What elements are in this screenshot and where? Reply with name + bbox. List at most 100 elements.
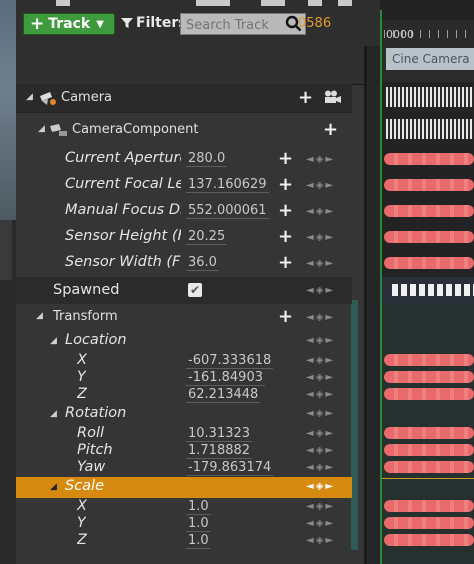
next-key-icon[interactable]: ► <box>325 389 333 400</box>
next-key-icon[interactable]: ► <box>325 445 333 456</box>
rotation-pitch-field[interactable]: 1.718882 <box>186 443 253 459</box>
add-button[interactable]: + <box>298 89 313 107</box>
prev-key-icon[interactable]: ◄ <box>306 335 314 346</box>
playhead[interactable] <box>380 10 382 564</box>
keyframe-curve-bar[interactable] <box>384 205 474 217</box>
next-key-icon[interactable]: ► <box>325 232 333 243</box>
key-navigation[interactable]: ◄ ◈ ► <box>306 518 333 529</box>
prev-key-icon[interactable]: ◄ <box>306 154 314 165</box>
add-key-icon[interactable]: ◈ <box>316 462 324 473</box>
prev-key-icon[interactable]: ◄ <box>306 428 314 439</box>
collapse-arrow-icon[interactable]: ◢ <box>50 482 57 492</box>
next-key-icon[interactable]: ► <box>325 535 333 546</box>
add-key-icon[interactable]: ◈ <box>316 481 324 492</box>
prev-key-icon[interactable]: ◄ <box>306 518 314 529</box>
add-key-icon[interactable]: ◈ <box>316 232 324 243</box>
add-key-icon[interactable]: ◈ <box>316 335 324 346</box>
add-key-button[interactable]: + <box>278 308 293 326</box>
key-navigation[interactable]: ◄ ◈ ► <box>306 408 333 419</box>
key-navigation[interactable]: ◄ ◈ ► <box>306 355 333 366</box>
add-key-icon[interactable]: ◈ <box>316 389 324 400</box>
add-key-icon[interactable]: ◈ <box>316 154 324 165</box>
add-key-icon[interactable]: ◈ <box>316 355 324 366</box>
collapse-arrow-icon[interactable]: ◢ <box>26 92 33 102</box>
next-key-icon[interactable]: ► <box>325 355 333 366</box>
add-key-button[interactable]: + <box>278 176 293 194</box>
key-navigation[interactable]: ◄ ◈ ► <box>306 445 333 456</box>
add-track-button[interactable]: + Track ▼ <box>23 13 115 35</box>
next-key-icon[interactable]: ► <box>325 372 333 383</box>
key-navigation[interactable]: ◄ ◈ ► <box>306 285 333 296</box>
toolbar-icon[interactable] <box>261 0 285 6</box>
add-key-button[interactable]: + <box>278 254 293 272</box>
location-x-row[interactable]: X -607.333618 ◄ ◈ ► <box>16 352 352 369</box>
next-key-icon[interactable]: ► <box>325 312 333 323</box>
property-value-field[interactable]: 552.000061 <box>186 203 269 219</box>
next-key-icon[interactable]: ► <box>325 258 333 269</box>
prev-key-icon[interactable]: ◄ <box>306 232 314 243</box>
key-navigation[interactable]: ◄ ◈ ► <box>306 180 333 191</box>
prev-key-icon[interactable]: ◄ <box>306 389 314 400</box>
next-key-icon[interactable]: ► <box>325 481 333 492</box>
add-key-icon[interactable]: ◈ <box>316 312 324 323</box>
track-list-scrollbar[interactable] <box>351 300 358 550</box>
property-row[interactable]: Current Aperture 280.0 + ◄ ◈ ► <box>16 146 352 172</box>
add-key-icon[interactable]: ◈ <box>316 501 324 512</box>
next-key-icon[interactable]: ► <box>325 518 333 529</box>
transform-track-row[interactable]: ◢ Transform + ◄ ◈ ► <box>16 304 352 330</box>
property-row[interactable]: Manual Focus Dis 552.000061 + ◄ ◈ ► <box>16 198 352 224</box>
next-key-icon[interactable]: ► <box>325 428 333 439</box>
toolbar-icon[interactable] <box>56 0 70 6</box>
prev-key-icon[interactable]: ◄ <box>306 462 314 473</box>
spawned-track-row[interactable]: Spawned ✔ ◄ ◈ ► <box>16 277 352 304</box>
property-row[interactable]: Current Focal Ler 137.160629 + ◄ ◈ ► <box>16 172 352 198</box>
add-key-icon[interactable]: ◈ <box>316 535 324 546</box>
timeline-area[interactable]: 0000 Cine Camera <box>380 0 474 564</box>
next-key-icon[interactable]: ► <box>325 206 333 217</box>
scale-z-row[interactable]: Z 1.0 ◄ ◈ ► <box>16 532 352 549</box>
toolbar-icon[interactable] <box>196 0 230 6</box>
key-navigation[interactable]: ◄ ◈ ► <box>306 154 333 165</box>
add-key-icon[interactable]: ◈ <box>316 372 324 383</box>
collapse-arrow-icon[interactable]: ◢ <box>50 336 57 346</box>
rotation-group-row[interactable]: ◢ Rotation ◄ ◈ ► <box>16 403 352 425</box>
add-key-button[interactable]: + <box>278 202 293 220</box>
keyframe-curve-bar[interactable] <box>384 153 474 165</box>
panel-splitter[interactable] <box>364 46 380 564</box>
prev-key-icon[interactable]: ◄ <box>306 535 314 546</box>
key-navigation[interactable]: ◄ ◈ ► <box>306 312 333 323</box>
cinematic-camera-icon[interactable] <box>324 90 342 104</box>
keyframe-curve-bar[interactable] <box>384 231 474 243</box>
add-key-icon[interactable]: ◈ <box>316 408 324 419</box>
collapse-arrow-icon[interactable]: ◢ <box>36 311 43 321</box>
key-navigation[interactable]: ◄ ◈ ► <box>306 535 333 546</box>
prev-key-icon[interactable]: ◄ <box>306 258 314 269</box>
location-x-field[interactable]: -607.333618 <box>186 353 274 369</box>
prev-key-icon[interactable]: ◄ <box>306 481 314 492</box>
rotation-yaw-field[interactable]: -179.863174 <box>186 460 274 476</box>
keyframe-curve-bar[interactable] <box>384 388 474 400</box>
add-key-icon[interactable]: ◈ <box>316 445 324 456</box>
prev-key-icon[interactable]: ◄ <box>306 180 314 191</box>
next-key-icon[interactable]: ► <box>325 154 333 165</box>
property-value-field[interactable]: 36.0 <box>186 255 219 271</box>
keyframe-curve-bar[interactable] <box>384 500 474 512</box>
location-y-row[interactable]: Y -161.84903 ◄ ◈ ► <box>16 369 352 386</box>
add-button[interactable]: + <box>323 121 338 139</box>
add-key-icon[interactable]: ◈ <box>316 518 324 529</box>
keyframe-curve-bar[interactable] <box>384 257 474 269</box>
key-navigation[interactable]: ◄ ◈ ► <box>306 232 333 243</box>
camera-track-row[interactable]: ◢ Camera + <box>16 84 352 112</box>
prev-key-icon[interactable]: ◄ <box>306 355 314 366</box>
scale-x-row[interactable]: X 1.0 ◄ ◈ ► <box>16 498 352 515</box>
rotation-yaw-row[interactable]: Yaw -179.863174 ◄ ◈ ► <box>16 459 352 476</box>
add-key-icon[interactable]: ◈ <box>316 428 324 439</box>
key-navigation[interactable]: ◄ ◈ ► <box>306 481 333 492</box>
prev-key-icon[interactable]: ◄ <box>306 445 314 456</box>
component-keyframe-strip[interactable] <box>386 119 474 139</box>
rotation-pitch-row[interactable]: Pitch 1.718882 ◄ ◈ ► <box>16 442 352 459</box>
keyframe-curve-bar[interactable] <box>384 534 474 546</box>
key-navigation[interactable]: ◄ ◈ ► <box>306 258 333 269</box>
collapse-arrow-icon[interactable]: ◢ <box>50 409 57 419</box>
rotation-roll-row[interactable]: Roll 10.31323 ◄ ◈ ► <box>16 425 352 442</box>
